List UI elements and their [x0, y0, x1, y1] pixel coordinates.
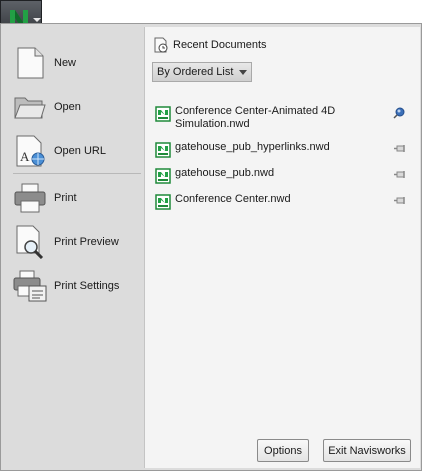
print-settings-icon — [13, 269, 47, 303]
printer-icon — [13, 181, 47, 215]
open-url-label: Open URL — [54, 145, 106, 157]
pin-icon[interactable] — [393, 107, 407, 119]
nwd-file-icon — [155, 168, 171, 184]
recent-document-name: Conference Center-Animated 4D Simulation… — [175, 105, 336, 130]
nwd-file-icon — [155, 106, 171, 122]
print-preview-icon — [13, 225, 47, 259]
recent-document-name: gatehouse_pub_hyperlinks.nwd — [175, 141, 330, 153]
print-label: Print — [54, 192, 77, 204]
recent-documents-panel: Recent Documents By Ordered List Confere… — [144, 27, 420, 468]
open-url-command[interactable]: A Open URL — [13, 131, 141, 171]
open-folder-icon — [13, 90, 47, 124]
print-preview-label: Print Preview — [54, 236, 119, 248]
recent-document-name: gatehouse_pub.nwd — [175, 167, 275, 179]
exit-navisworks-button[interactable]: Exit Navisworks — [323, 439, 411, 462]
chevron-down-icon — [33, 18, 41, 22]
pin-icon[interactable] — [393, 143, 407, 155]
dropdown-arrow-icon — [239, 70, 247, 75]
recent-documents-icon — [154, 37, 168, 53]
separator — [13, 173, 141, 174]
nwd-file-icon — [155, 194, 171, 210]
sort-order-dropdown[interactable]: By Ordered List — [152, 62, 252, 82]
nwd-file-icon — [155, 142, 171, 158]
exit-navisworks-label: Exit Navisworks — [328, 444, 406, 457]
options-label: Options — [264, 444, 302, 457]
open-label: Open — [54, 101, 81, 113]
recent-document-item[interactable]: gatehouse_pub.nwd — [155, 167, 417, 184]
pin-icon[interactable] — [393, 169, 407, 181]
recent-documents-header: Recent Documents — [153, 37, 267, 53]
print-command[interactable]: Print — [13, 178, 141, 218]
sort-order-value: By Ordered List — [157, 66, 234, 78]
print-settings-command[interactable]: Print Settings — [13, 266, 141, 306]
recent-documents-title: Recent Documents — [173, 39, 267, 51]
recent-document-name: Conference Center.nwd — [175, 193, 291, 205]
recent-document-item[interactable]: Conference Center-Animated 4D Simulation… — [155, 105, 417, 131]
pin-icon[interactable] — [393, 195, 407, 207]
svg-text:A: A — [20, 149, 30, 164]
recent-document-item[interactable]: Conference Center.nwd — [155, 193, 417, 210]
new-label: New — [54, 57, 77, 69]
application-menu: New Open A Open URL Print Print Preview … — [0, 23, 422, 471]
open-url-icon: A — [13, 134, 47, 168]
command-list: New Open A Open URL Print Print Preview … — [1, 24, 143, 470]
print-settings-label: Print Settings — [54, 280, 120, 292]
open-command[interactable]: Open — [13, 87, 141, 127]
recent-document-item[interactable]: gatehouse_pub_hyperlinks.nwd — [155, 141, 417, 158]
new-document-icon — [13, 46, 47, 80]
new-command[interactable]: New — [13, 43, 141, 83]
print-preview-command[interactable]: Print Preview — [13, 222, 141, 262]
options-button[interactable]: Options — [257, 439, 309, 462]
